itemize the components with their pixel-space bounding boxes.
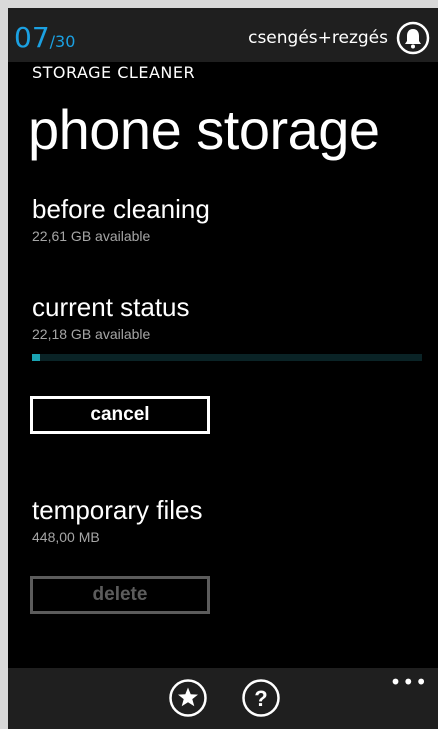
counter: 07/30 [14, 22, 75, 58]
before-cleaning-detail: 22,61 GB available [32, 228, 151, 244]
cancel-button[interactable]: cancel [30, 396, 210, 434]
app-title: STORAGE CLEANER [32, 63, 196, 82]
page-title: phone storage [28, 98, 380, 161]
temporary-files-heading: temporary files [32, 495, 203, 525]
counter-current: 07 [14, 21, 50, 54]
device-frame-left [0, 0, 8, 729]
svg-text:?: ? [254, 686, 267, 711]
app-bar: ? ••• [8, 668, 438, 729]
delete-button[interactable]: delete [30, 576, 210, 614]
notification-text: csengés+rezgés [248, 28, 388, 48]
temporary-files-detail: 448,00 MB [32, 529, 100, 545]
more-options-button[interactable]: ••• [390, 672, 428, 692]
star-icon[interactable] [168, 678, 208, 718]
phone-screen: 07/30 csengés+rezgés STORAGE CLEANER pho… [8, 8, 438, 729]
current-status-heading: current status [32, 292, 190, 322]
cleaning-progress-bar [32, 354, 422, 361]
bell-icon[interactable] [396, 21, 430, 55]
before-cleaning-heading: before cleaning [32, 194, 210, 224]
device-frame-top [0, 0, 438, 8]
help-icon[interactable]: ? [241, 678, 281, 718]
cleaning-progress-fill [32, 354, 40, 361]
current-status-detail: 22,18 GB available [32, 326, 151, 342]
counter-total: /30 [49, 32, 76, 51]
status-bar: 07/30 csengés+rezgés [8, 8, 438, 62]
